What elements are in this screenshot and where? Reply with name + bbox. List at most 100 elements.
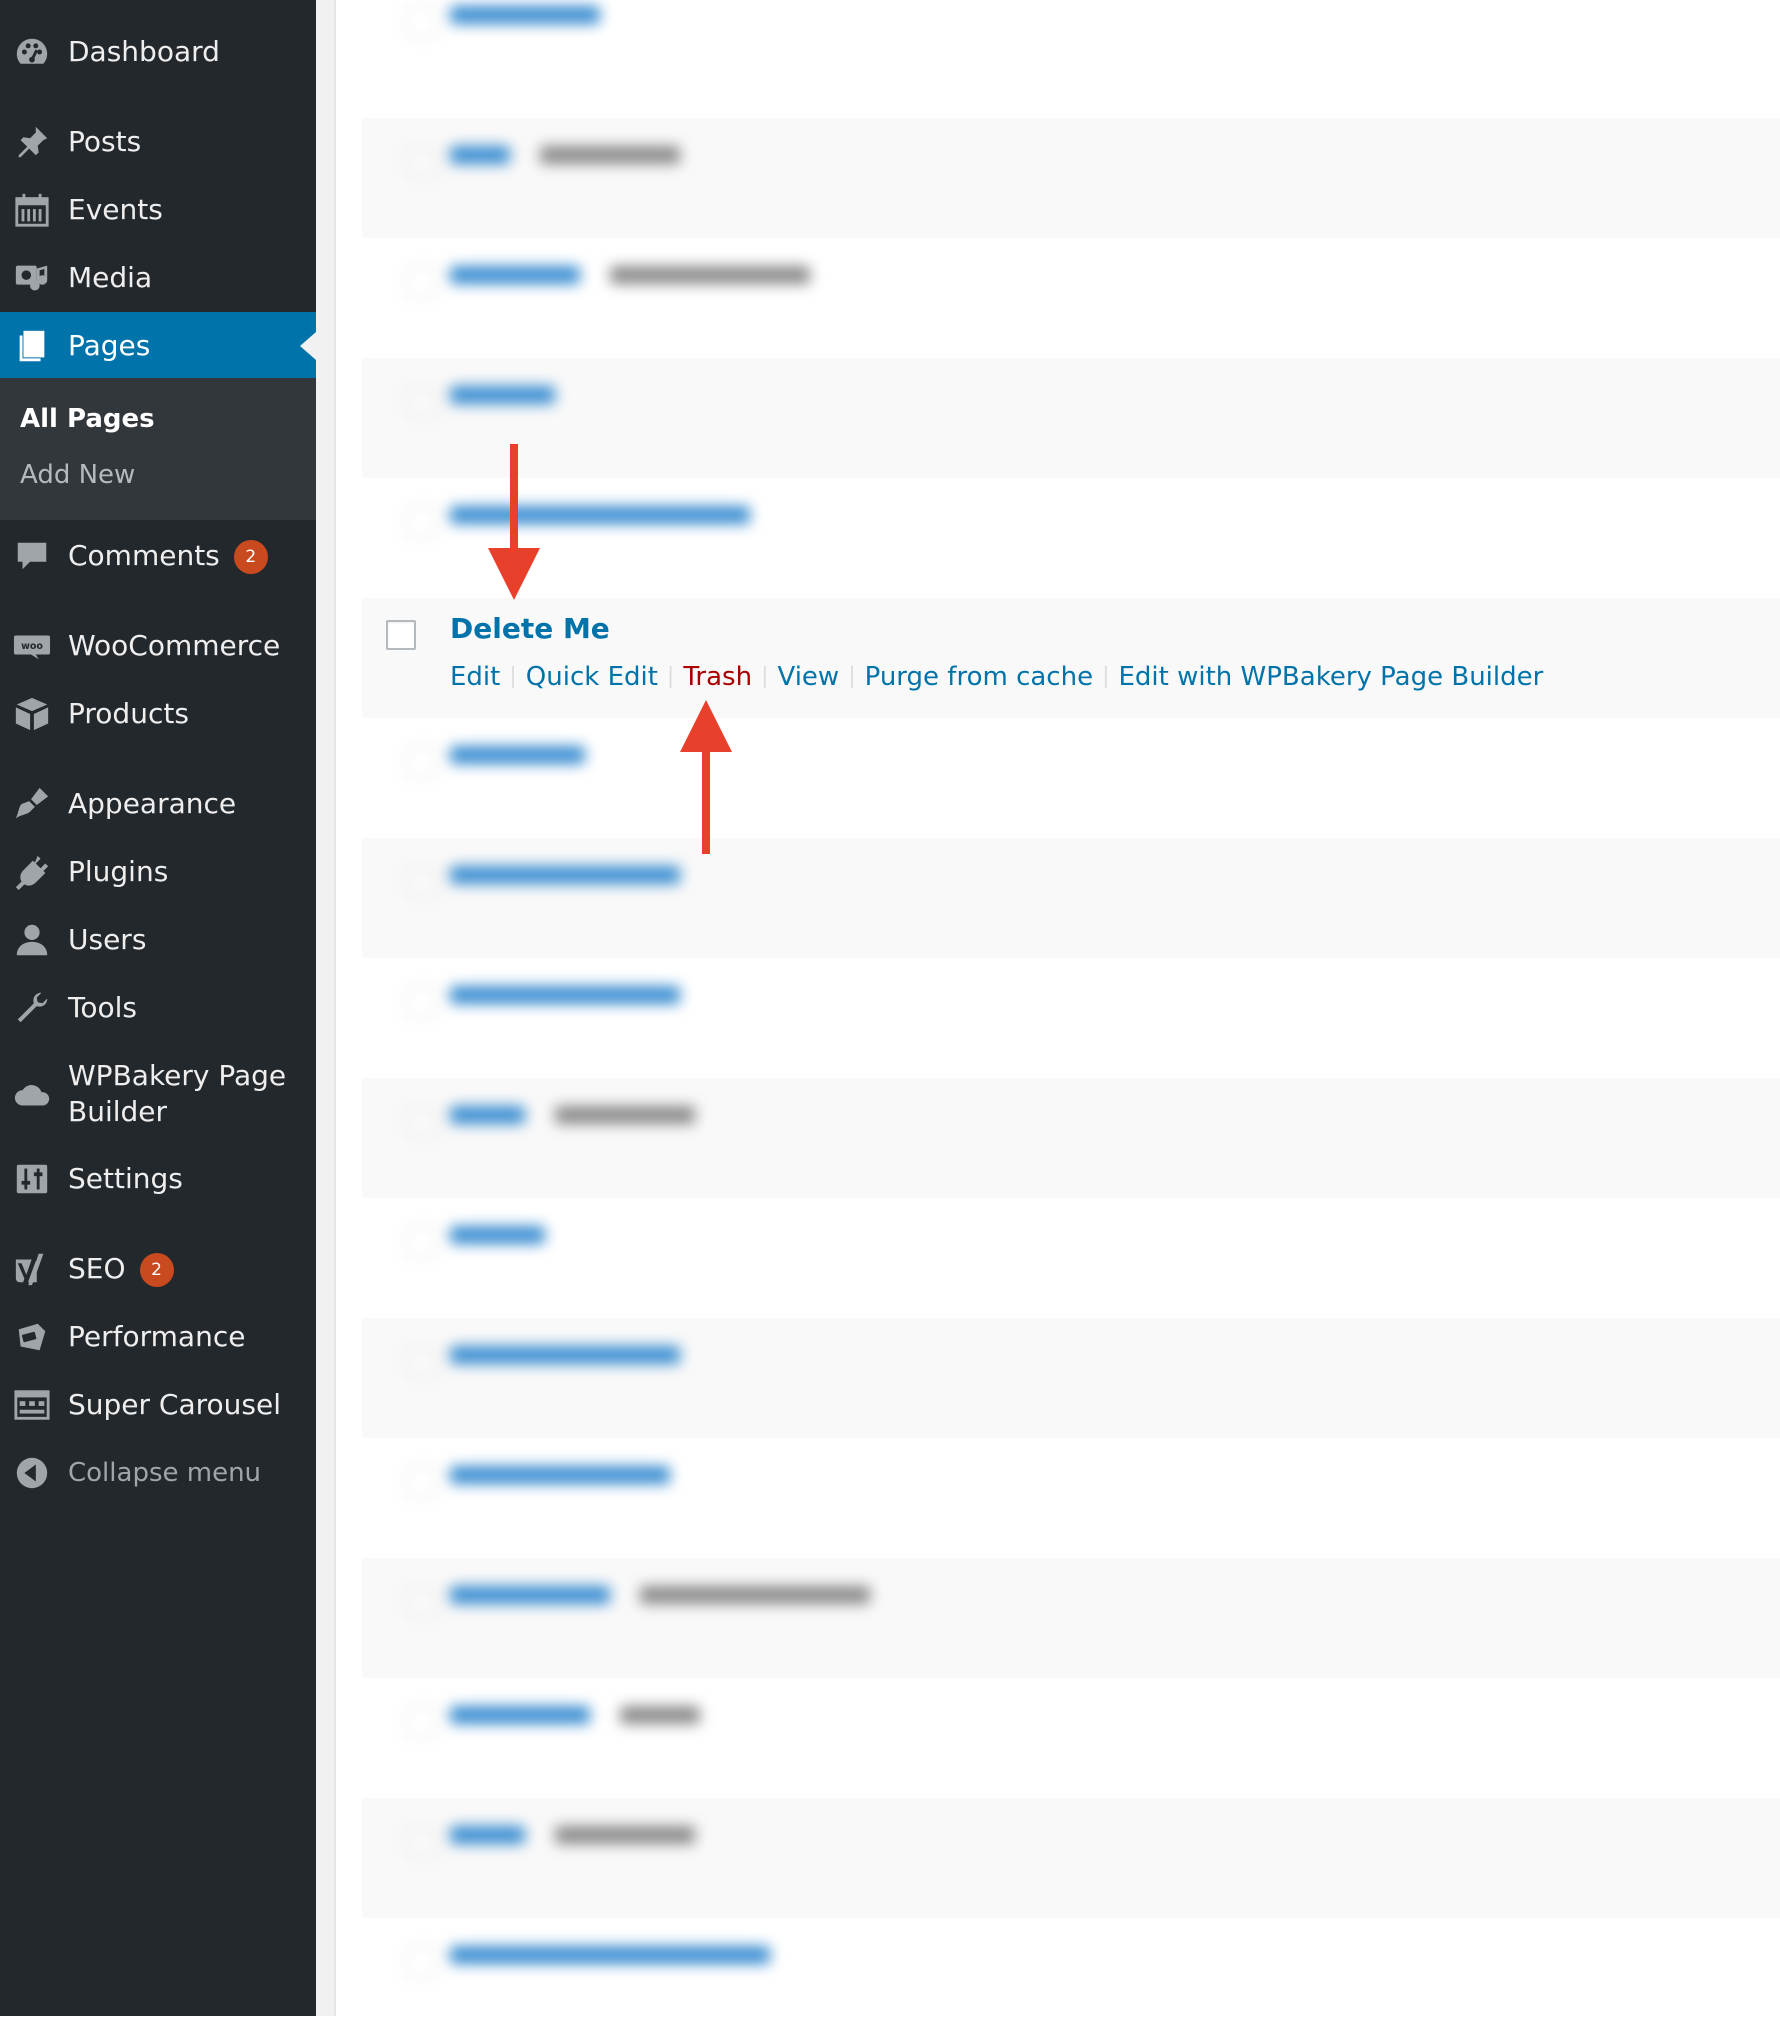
row-title-link[interactable]: Delete Me (450, 612, 610, 645)
blurred-row-title[interactable] (450, 1576, 870, 1612)
table-row (362, 238, 1780, 358)
wrench-icon (12, 988, 52, 1028)
row-checkbox[interactable] (406, 1346, 438, 1378)
menu-products-label: Products (68, 697, 189, 730)
dashboard-icon (12, 32, 52, 72)
pages-submenu: All Pages Add New (0, 378, 316, 520)
menu-appearance[interactable]: Appearance (0, 770, 316, 838)
admin-sidebar: Dashboard Posts Events Media Pages All P… (0, 0, 316, 2016)
menu-tools[interactable]: Tools (0, 974, 316, 1042)
blurred-row-title[interactable] (450, 1816, 695, 1852)
menu-media[interactable]: Media (0, 244, 316, 312)
row-checkbox[interactable] (406, 386, 438, 418)
paintbrush-icon (12, 784, 52, 824)
purge-cache-link[interactable]: Purge from cache (865, 662, 1093, 692)
submenu-all-pages[interactable]: All Pages (20, 404, 155, 434)
menu-users[interactable]: Users (0, 906, 316, 974)
blurred-row-title[interactable] (450, 376, 555, 412)
edit-link[interactable]: Edit (450, 662, 500, 692)
row-checkbox[interactable] (406, 506, 438, 538)
menu-products[interactable]: Products (0, 680, 316, 748)
menu-collapse-label: Collapse menu (68, 1458, 262, 1488)
table-row (362, 0, 1780, 98)
menu-seo[interactable]: SEO 2 (0, 1235, 316, 1303)
blurred-row-title[interactable] (450, 1936, 770, 1972)
svg-text:woo: woo (21, 641, 43, 652)
plug-icon (12, 852, 52, 892)
action-separator: | (848, 664, 856, 689)
menu-dashboard-label: Dashboard (68, 35, 220, 68)
row-checkbox[interactable] (406, 1946, 438, 1978)
blurred-row-title[interactable] (450, 736, 585, 772)
view-link[interactable]: View (777, 662, 839, 692)
menu-settings-label: Settings (68, 1162, 183, 1195)
menu-dashboard[interactable]: Dashboard (0, 18, 316, 86)
row-checkbox[interactable] (406, 986, 438, 1018)
menu-media-label: Media (68, 261, 153, 294)
row-checkbox[interactable] (406, 746, 438, 778)
action-separator: | (761, 664, 769, 689)
blurred-row-title[interactable] (450, 976, 680, 1012)
table-row (362, 1918, 1780, 2038)
menu-wpbakery-label-line1: WPBakery Page (68, 1059, 287, 1092)
row-checkbox[interactable] (406, 1226, 438, 1258)
comment-icon (12, 536, 52, 576)
menu-pages[interactable]: Pages (0, 312, 316, 380)
row-checkbox[interactable] (406, 1466, 438, 1498)
blurred-row-title[interactable] (450, 1336, 680, 1372)
menu-performance-label: Performance (68, 1320, 246, 1353)
blurred-row-title[interactable] (450, 1456, 670, 1492)
submenu-add-new[interactable]: Add New (20, 460, 135, 490)
table-row (362, 958, 1780, 1078)
row-checkbox[interactable] (406, 866, 438, 898)
yoast-icon (12, 1249, 52, 1289)
row-checkbox[interactable] (406, 1706, 438, 1738)
row-checkbox[interactable] (406, 1826, 438, 1858)
blurred-row-title[interactable] (450, 1696, 700, 1732)
blurred-row-title[interactable] (450, 136, 680, 172)
table-row (362, 1198, 1780, 1318)
table-row (362, 1798, 1780, 1918)
menu-woocommerce[interactable]: woo WooCommerce (0, 612, 316, 680)
menu-settings[interactable]: Settings (0, 1145, 316, 1213)
calendar-icon (12, 190, 52, 230)
table-row (362, 1318, 1780, 1438)
table-row (362, 358, 1780, 478)
menu-comments-label: Comments (68, 539, 220, 572)
blurred-row-title[interactable] (450, 0, 600, 32)
menu-performance[interactable]: Performance (0, 1303, 316, 1371)
menu-comments[interactable]: Comments 2 (0, 522, 316, 590)
menu-tools-label: Tools (68, 991, 137, 1024)
row-checkbox[interactable] (406, 6, 438, 38)
menu-events[interactable]: Events (0, 176, 316, 244)
blurred-row-title[interactable] (450, 1216, 545, 1252)
pushpin-icon (12, 122, 52, 162)
carousel-icon (12, 1385, 52, 1425)
table-row (362, 1558, 1780, 1678)
blurred-row-title[interactable] (450, 256, 810, 292)
annotation-arrow-up (680, 700, 732, 854)
menu-plugins[interactable]: Plugins (0, 838, 316, 906)
annotation-arrow-down (488, 444, 540, 600)
edit-with-wpbakery-link[interactable]: Edit with WPBakery Page Builder (1119, 662, 1544, 692)
row-checkbox[interactable] (406, 1106, 438, 1138)
cloud-icon (12, 1076, 52, 1116)
sliders-icon (12, 1159, 52, 1199)
blurred-row-title[interactable] (450, 856, 680, 892)
menu-wpbakery[interactable]: WPBakery Page Builder (0, 1056, 316, 1132)
row-select-checkbox[interactable] (386, 620, 416, 650)
row-checkbox[interactable] (406, 146, 438, 178)
table-row (362, 718, 1780, 838)
trash-link[interactable]: Trash (683, 662, 752, 692)
menu-wpbakery-label-line2: Builder (68, 1095, 168, 1128)
menu-users-label: Users (68, 923, 147, 956)
menu-super-carousel[interactable]: Super Carousel (0, 1371, 316, 1439)
row-checkbox[interactable] (406, 266, 438, 298)
menu-pages-label: Pages (68, 329, 151, 362)
blurred-row-title[interactable] (450, 1096, 695, 1132)
menu-posts[interactable]: Posts (0, 108, 316, 176)
box-icon (12, 694, 52, 734)
row-checkbox[interactable] (406, 1586, 438, 1618)
menu-collapse[interactable]: Collapse menu (0, 1439, 316, 1507)
quick-edit-link[interactable]: Quick Edit (526, 662, 658, 692)
